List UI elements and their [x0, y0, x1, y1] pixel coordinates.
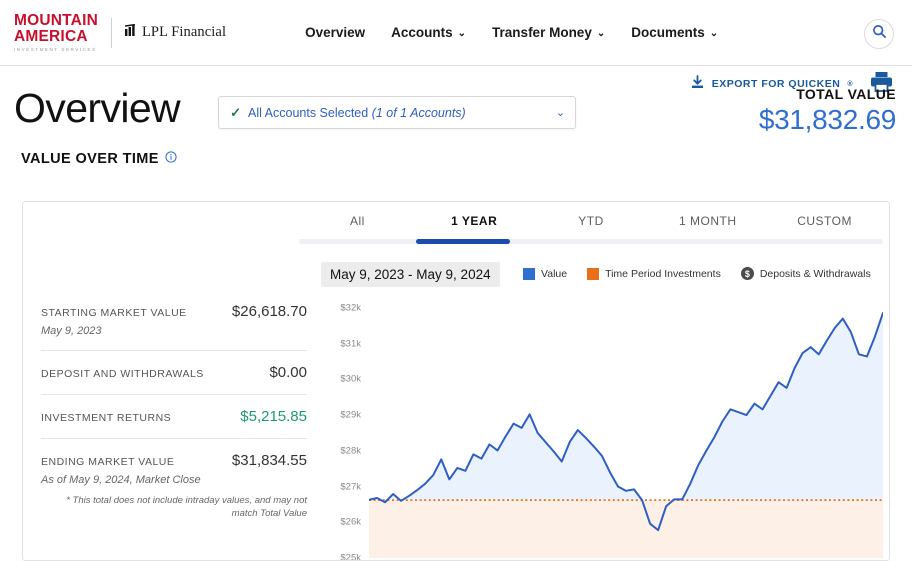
stat-value: $26,618.70 — [232, 303, 307, 320]
brand-divider — [111, 18, 112, 48]
tab-row: All 1 YEAR YTD 1 MONTH CUSTOM — [299, 214, 883, 239]
chart-plot-area[interactable] — [369, 290, 883, 558]
value-over-time-card: All 1 YEAR YTD 1 MONTH CUSTOM May 9, 202… — [22, 201, 890, 561]
check-icon: ✓ — [230, 105, 241, 121]
tab-track — [299, 239, 883, 244]
tab-1-year[interactable]: 1 YEAR — [416, 214, 533, 239]
stat-value: $0.00 — [269, 364, 307, 381]
time-range-tabs: All 1 YEAR YTD 1 MONTH CUSTOM — [299, 214, 883, 244]
y-axis-tick-label: $29k — [340, 410, 361, 421]
stat-row: DEPOSIT AND WITHDRAWALS $0.00 — [41, 364, 307, 381]
nav-item-documents[interactable]: Documents ⌄ — [631, 25, 718, 40]
tab-custom[interactable]: CUSTOM — [766, 214, 883, 239]
legend-label-value: Value — [541, 268, 567, 280]
stats-footnote: * This total does not include intraday v… — [41, 495, 307, 521]
logo-tagline: INVESTMENT SERVICES — [14, 48, 98, 53]
chart-below-baseline-band — [369, 500, 883, 558]
date-range-label: May 9, 2023 - May 9, 2024 — [321, 262, 500, 287]
y-axis-tick-label: $30k — [340, 374, 361, 385]
stat-value: $5,215.85 — [240, 408, 307, 425]
y-axis-tick-label: $31k — [340, 338, 361, 349]
nav-label: Accounts — [391, 25, 453, 40]
chevron-down-icon: ⌄ — [556, 106, 565, 119]
lpl-mark-icon — [124, 24, 137, 42]
chevron-down-icon: ⌄ — [597, 29, 605, 39]
y-axis-tick-label: $25k — [340, 553, 361, 561]
stat-value: $31,834.55 — [232, 452, 307, 469]
stat-label: STARTING MARKET VALUE — [41, 307, 187, 319]
stat-starting-market-value: STARTING MARKET VALUE $26,618.70 May 9, … — [41, 290, 307, 350]
nav-label: Overview — [305, 25, 365, 40]
stat-label: INVESTMENT RETURNS — [41, 412, 171, 424]
nav-label: Transfer Money — [492, 25, 592, 40]
y-axis-tick-label: $26k — [340, 517, 361, 528]
stat-subtext: May 9, 2023 — [41, 325, 307, 337]
nav-item-accounts[interactable]: Accounts ⌄ — [391, 25, 466, 40]
lpl-financial-label: LPL Financial — [142, 24, 226, 41]
stat-deposit-and-withdrawals: DEPOSIT AND WITHDRAWALS $0.00 — [41, 350, 307, 394]
tab-1-month[interactable]: 1 MONTH — [649, 214, 766, 239]
chart-legend: Value Time Period Investments $ Deposits… — [523, 267, 871, 280]
search-icon — [872, 24, 887, 44]
stat-row: INVESTMENT RETURNS $5,215.85 — [41, 408, 307, 425]
value-over-time-chart: $32k $31k $30k $29k $28k $27k $26k $25k — [323, 290, 883, 558]
total-value-label: TOTAL VALUE — [759, 86, 896, 102]
tab-active-indicator — [416, 239, 510, 244]
account-selector-text: All Accounts Selected (1 of 1 Accounts) — [248, 106, 466, 120]
stat-label: DEPOSIT AND WITHDRAWALS — [41, 368, 204, 380]
stat-investment-returns: INVESTMENT RETURNS $5,215.85 — [41, 394, 307, 438]
chevron-down-icon: ⌄ — [710, 29, 718, 39]
tab-all[interactable]: All — [299, 214, 416, 239]
account-selector-dropdown[interactable]: ✓ All Accounts Selected (1 of 1 Accounts… — [218, 96, 576, 129]
main-nav: Overview Accounts ⌄ Transfer Money ⌄ Doc… — [305, 25, 718, 40]
logo-line-2: AMERICA — [14, 29, 98, 45]
y-axis-tick-label: $28k — [340, 445, 361, 456]
chart-svg — [369, 290, 883, 558]
legend-label-deposits: Deposits & Withdrawals — [760, 268, 871, 280]
stat-ending-market-value: ENDING MARKET VALUE $31,834.55 As of May… — [41, 438, 307, 534]
mountain-america-logo[interactable]: MOUNTAIN AMERICA INVESTMENT SERVICES — [14, 13, 111, 53]
brand-logo-group[interactable]: MOUNTAIN AMERICA INVESTMENT SERVICES LPL… — [14, 13, 226, 53]
legend-swatch-value — [523, 268, 535, 280]
nav-label: Documents — [631, 25, 705, 40]
legend-coin-icon: $ — [741, 267, 754, 280]
page-header: Overview ✓ All Accounts Selected (1 of 1… — [0, 66, 912, 129]
page-title: Overview — [14, 88, 180, 129]
section-title-label: VALUE OVER TIME — [21, 151, 159, 167]
tab-ytd[interactable]: YTD — [533, 214, 650, 239]
top-navigation-bar: MOUNTAIN AMERICA INVESTMENT SERVICES LPL… — [0, 0, 912, 66]
stat-subtext: As of May 9, 2024, Market Close — [41, 474, 307, 486]
legend-label-investments: Time Period Investments — [605, 268, 721, 280]
nav-item-overview[interactable]: Overview — [305, 25, 365, 40]
chart-y-axis: $32k $31k $30k $29k $28k $27k $26k $25k — [323, 290, 365, 558]
stat-row: ENDING MARKET VALUE $31,834.55 — [41, 452, 307, 469]
info-icon[interactable] — [165, 151, 177, 167]
summary-stats-list: STARTING MARKET VALUE $26,618.70 May 9, … — [41, 290, 307, 534]
chevron-down-icon: ⌄ — [458, 29, 466, 39]
search-button[interactable] — [864, 19, 894, 49]
legend-swatch-investments — [587, 268, 599, 280]
chart-area-above-baseline — [369, 313, 883, 530]
y-axis-tick-label: $32k — [340, 302, 361, 313]
lpl-financial-logo[interactable]: LPL Financial — [124, 24, 226, 42]
total-value-amount: $31,832.69 — [759, 104, 896, 136]
y-axis-tick-label: $27k — [340, 481, 361, 492]
account-selector-main: All Accounts Selected — [248, 106, 368, 120]
stat-row: STARTING MARKET VALUE $26,618.70 — [41, 303, 307, 320]
nav-item-transfer-money[interactable]: Transfer Money ⌄ — [492, 25, 605, 40]
account-selector-count: (1 of 1 Accounts) — [372, 106, 466, 120]
logo-line-1: MOUNTAIN — [14, 13, 98, 29]
stat-label: ENDING MARKET VALUE — [41, 456, 174, 468]
total-value-block: TOTAL VALUE $31,832.69 — [759, 86, 896, 136]
